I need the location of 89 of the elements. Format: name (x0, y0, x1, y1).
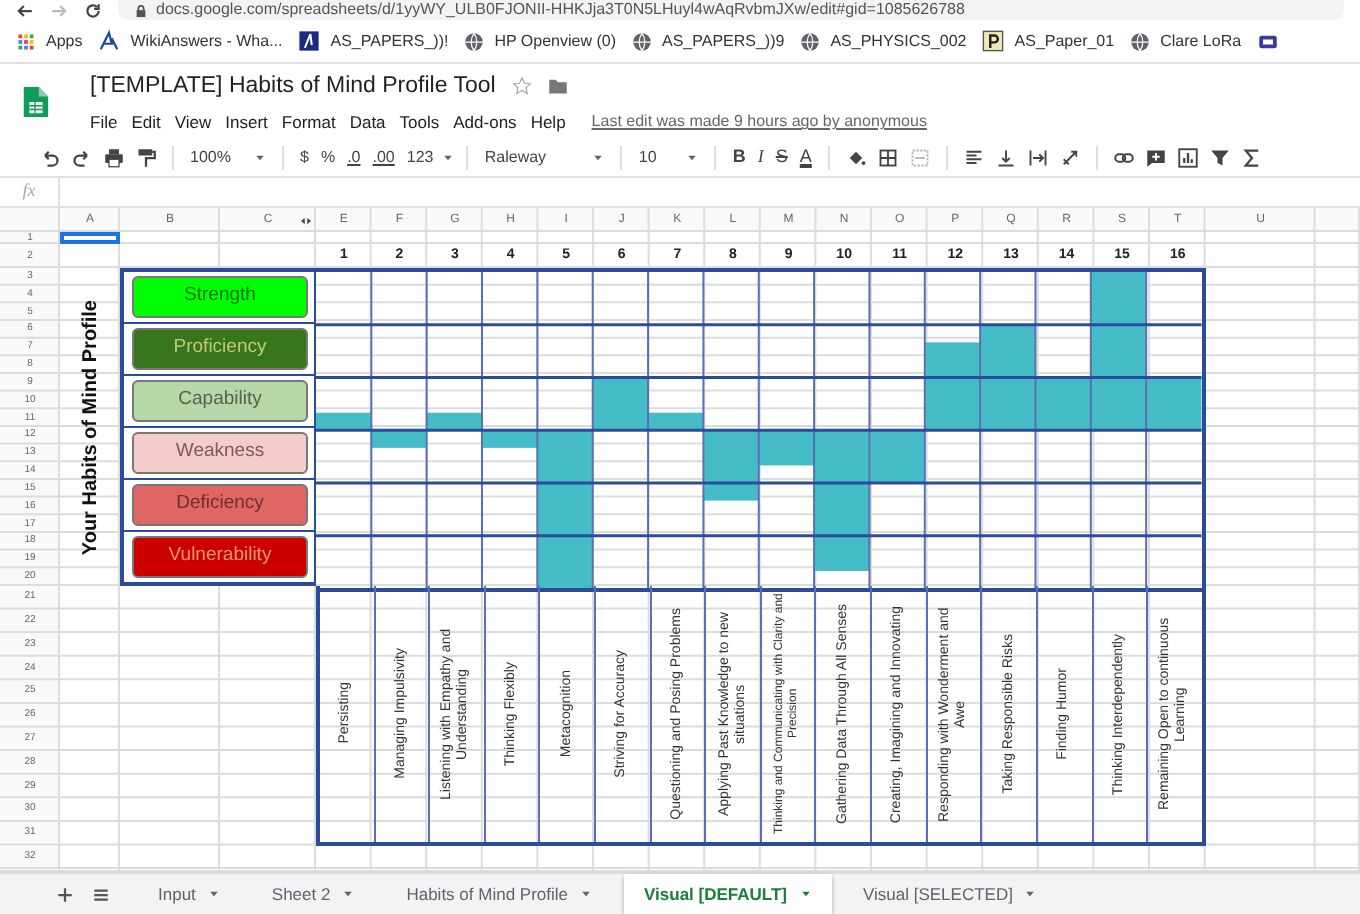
chart-icon[interactable] (1177, 148, 1198, 168)
level-label: Weakness (132, 431, 308, 474)
bookmark-link[interactable]: AS_PHYSICS_002 (830, 29, 967, 53)
selected-cell[interactable] (60, 232, 120, 244)
bookmark-site-icon[interactable] (1257, 31, 1278, 51)
print-icon[interactable] (104, 148, 124, 168)
sum-icon[interactable] (1241, 148, 1262, 168)
back-arrow-icon[interactable] (16, 1, 34, 19)
sheet-tab[interactable]: Visual [SELECTED] (843, 874, 1057, 914)
undo-icon[interactable] (40, 148, 60, 168)
text-color-button[interactable]: A (799, 144, 812, 172)
last-edit-link[interactable]: Last edit was made 9 hours ago by anonymous (591, 110, 927, 135)
level-label: Vulnerability (132, 535, 308, 578)
bookmark-link[interactable]: Clare LoRa (1160, 29, 1242, 53)
vertical-title: Your Habits of Mind Profile (77, 299, 103, 555)
strikethrough-button[interactable]: S (775, 144, 788, 172)
hidden-column-arrows-icon[interactable] (298, 215, 314, 225)
caret-icon (686, 152, 699, 164)
level-label: Capability (132, 379, 308, 422)
sheet-tab[interactable]: Visual [DEFAULT] (624, 874, 831, 914)
vertical-align-icon[interactable] (995, 148, 1016, 168)
lock-icon (134, 3, 148, 17)
globe-icon (800, 31, 821, 51)
font-dropdown[interactable]: Raleway (484, 146, 605, 170)
level-label: Deficiency (132, 483, 308, 526)
star-icon[interactable] (511, 76, 532, 97)
text-wrap-icon[interactable] (1027, 148, 1048, 168)
bookmark-link[interactable]: Apps (46, 29, 83, 53)
paint-roller-icon[interactable] (136, 148, 156, 168)
grid-icon (16, 31, 36, 51)
text-rotation-icon[interactable] (1059, 148, 1080, 168)
level-label: Proficiency (132, 327, 308, 370)
letter-p-tile-icon (982, 30, 1005, 52)
percent-button[interactable]: % (320, 146, 336, 170)
globe-icon (632, 31, 652, 51)
menu-item[interactable]: Help (530, 109, 566, 135)
increase-decimals-button[interactable]: .00 (372, 146, 395, 170)
zoom-dropdown[interactable]: 100% (190, 146, 266, 170)
reload-icon[interactable] (84, 1, 102, 19)
menu-item[interactable]: Insert (225, 109, 268, 135)
menu-item[interactable]: Tools (399, 109, 440, 135)
bookmark-link[interactable]: AS_Paper_01 (1014, 29, 1115, 53)
list-icon[interactable] (92, 885, 110, 903)
align-left-icon[interactable] (963, 148, 984, 168)
url-text: docs.google.com/spreadsheets/d/1yyWY_ULB0FJONII-HHKJja3T0N5LHuyl4wAqRvbmJXw/edit#gid=1085626788 (156, 2, 965, 18)
sheet-tab[interactable]: Sheet 2 (251, 874, 375, 914)
document-title[interactable]: [TEMPLATE] Habits of Mind Profile Tool (90, 69, 496, 104)
decrease-decimals-button[interactable]: .0 (347, 146, 361, 170)
link-icon[interactable] (1113, 148, 1134, 168)
script-letter-icon (98, 30, 121, 52)
borders-icon[interactable] (877, 148, 898, 168)
menu-item[interactable]: File (90, 109, 118, 135)
caret-icon (441, 152, 454, 164)
caret-icon (580, 888, 593, 900)
menu-item[interactable]: Data (349, 109, 386, 135)
sheet-tab[interactable]: Input (138, 874, 240, 914)
bookmark-link[interactable]: HP Openview (0) (494, 29, 616, 53)
bookmark-link[interactable]: AS_PAPERS_))9 (662, 29, 785, 53)
address-bar[interactable]: docs.google.com/spreadsheets/d/1yyWY_ULB0FJONII-HHKJja3T0N5LHuyl4wAqRvbmJXw/edit#gid=1085626788 (118, 0, 1344, 20)
menu-item[interactable]: Edit (131, 109, 161, 135)
currency-button[interactable]: $ (300, 146, 309, 170)
bold-button[interactable]: B (732, 144, 746, 172)
italic-button[interactable]: I (757, 144, 764, 172)
paint-bucket-icon[interactable] (845, 148, 866, 168)
plus-icon[interactable] (56, 885, 74, 903)
merge-cells-icon[interactable] (909, 148, 930, 168)
font-size-dropdown[interactable]: 10 (638, 146, 699, 170)
globe-icon (1130, 31, 1151, 51)
document-icon (298, 30, 321, 52)
level-label: Strength (132, 276, 308, 318)
caret-icon (1024, 888, 1037, 900)
caret-icon (254, 152, 266, 164)
menu-item[interactable]: View (174, 109, 212, 135)
folder-icon[interactable] (547, 76, 568, 97)
formula-label: fx (0, 178, 60, 206)
sheet-tab[interactable]: Habits of Mind Profile (386, 874, 613, 914)
caret-icon (342, 888, 355, 900)
comment-icon[interactable] (1145, 148, 1166, 168)
caret-icon (207, 888, 220, 900)
filter-icon[interactable] (1209, 148, 1230, 168)
bookmark-link[interactable]: AS_PAPERS_))! (330, 29, 449, 53)
redo-icon[interactable] (72, 148, 92, 168)
bookmark-link[interactable]: WikiAnswers - Wha... (130, 29, 283, 53)
menu-item[interactable]: Format (281, 109, 336, 135)
caret-icon (592, 152, 605, 164)
globe-icon (464, 31, 485, 51)
caret-icon (799, 888, 811, 900)
number-format-dropdown[interactable]: 123 (406, 146, 451, 170)
menu-item[interactable]: Add-ons (453, 109, 517, 135)
